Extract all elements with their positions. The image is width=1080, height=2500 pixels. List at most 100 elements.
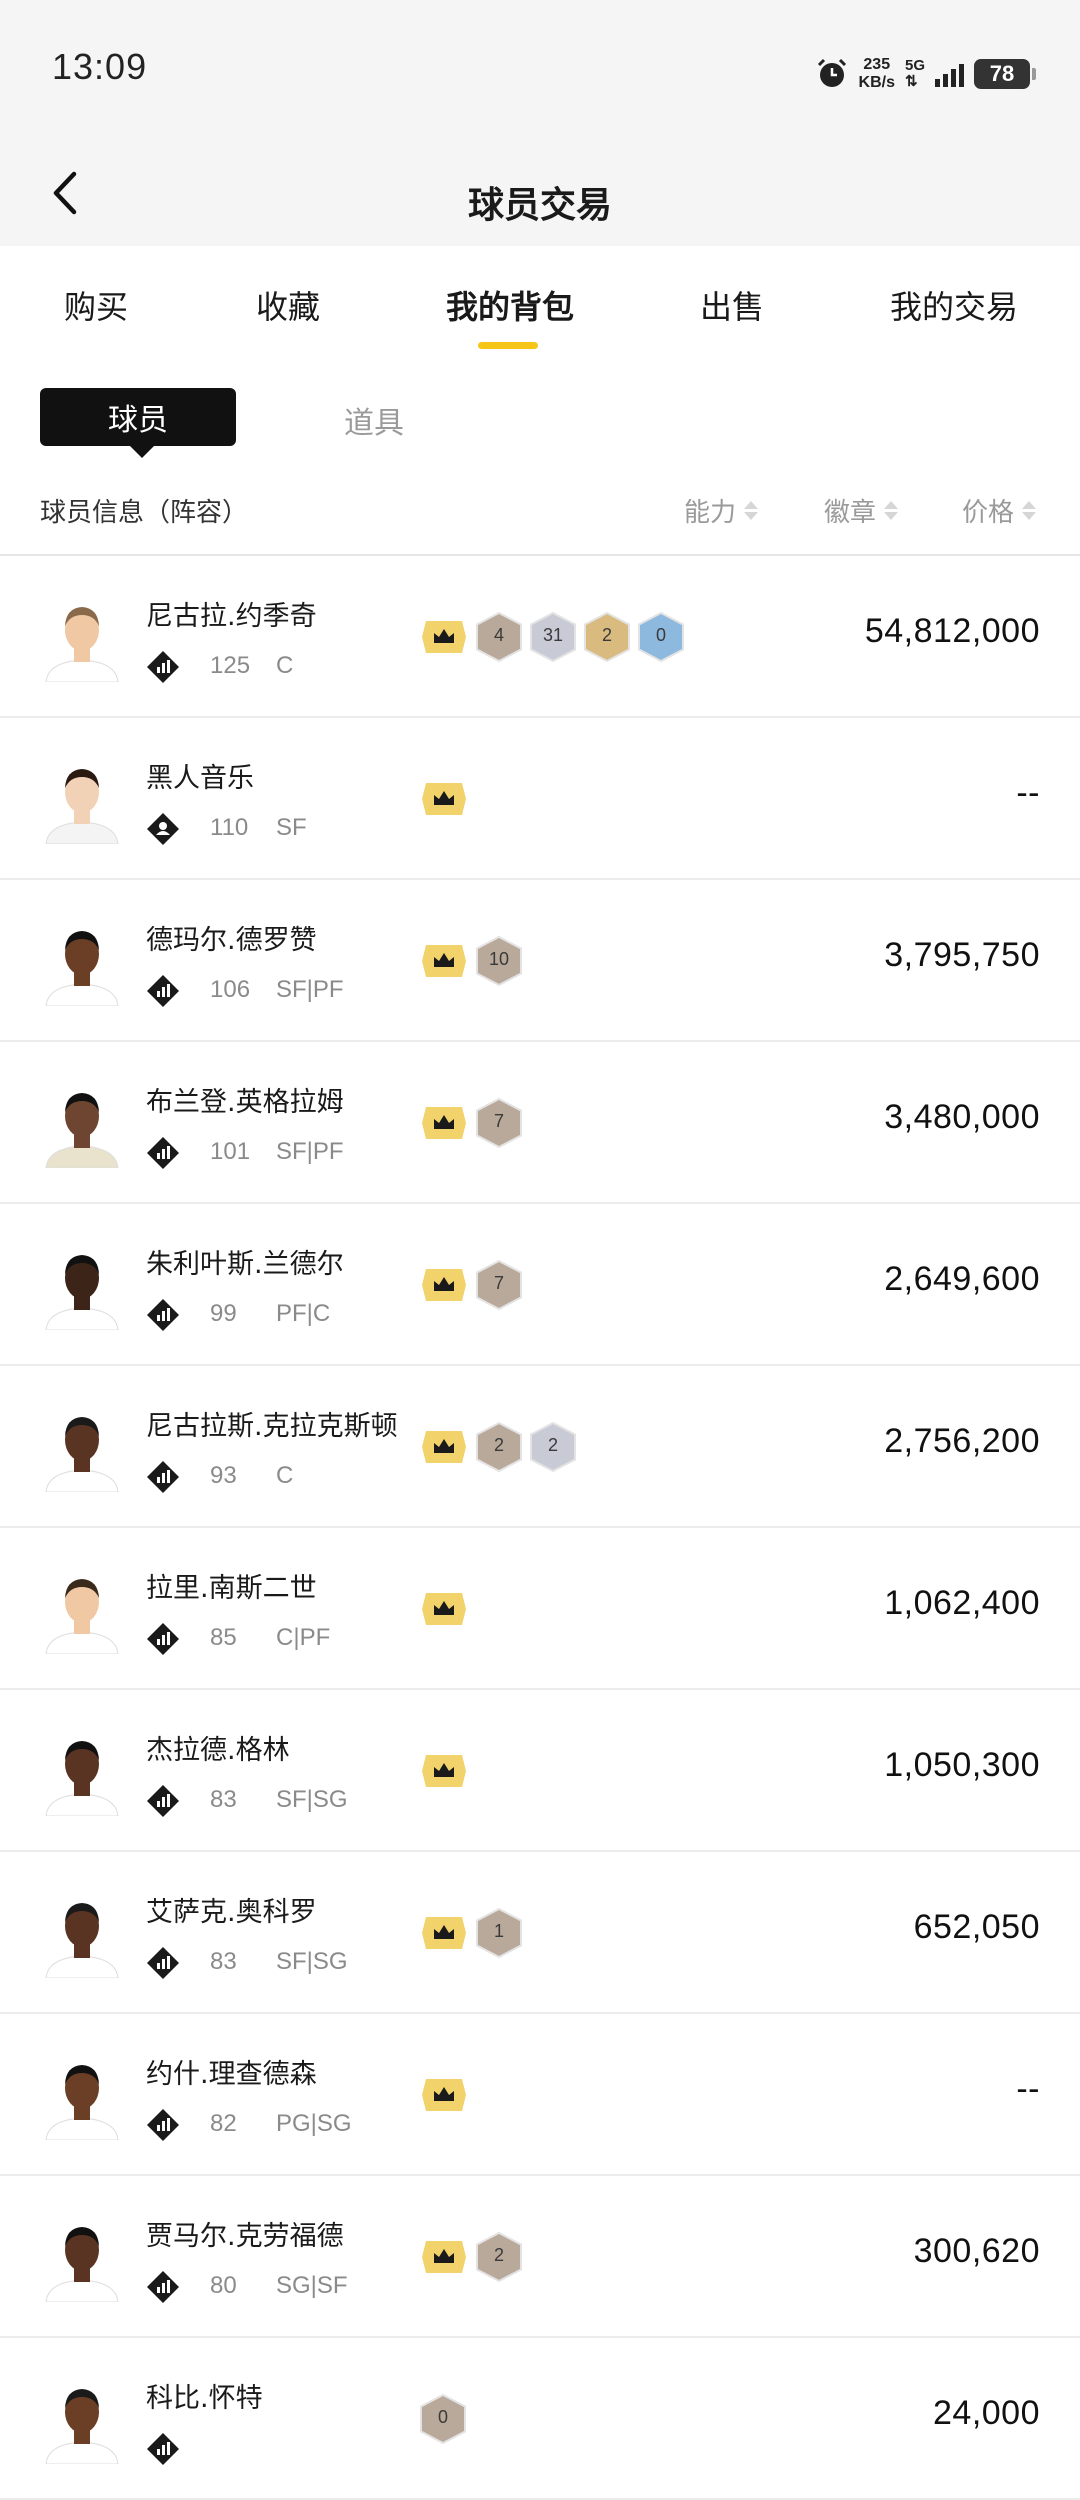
player-positions: SF|SG [276,1948,348,1975]
active-tab-indicator [478,342,538,349]
player-avatar [40,1562,124,1654]
page-title: 球员交易 [467,185,612,226]
player-ability: 93 [210,1462,237,1489]
tab-buy[interactable]: 购买 [64,282,128,328]
stats-icon [146,1946,180,1980]
player-price: -- [1016,774,1040,812]
player-row[interactable]: 尼古拉.约季奇 125 C 4 31 2 0 54,812,000 [0,556,1080,718]
avatar-image [45,1417,119,1492]
player-name: 尼古拉.约季奇 [146,601,317,632]
player-ability: 106 [210,976,251,1003]
avatar-image [45,1903,119,1978]
sort-price[interactable]: 价格 [962,492,1037,529]
badge-count: 2 [547,1435,558,1455]
player-positions: SG|SF [276,2272,348,2299]
player-price: 1,050,300 [884,1746,1040,1784]
tab-sell[interactable]: 出售 [700,282,764,328]
badge-count: 0 [437,2407,448,2427]
tab-my-backpack[interactable]: 我的背包 [446,282,574,328]
player-price: 3,480,000 [884,1098,1040,1136]
player-badges: 10 [420,935,522,987]
player-positions: SF|PF [276,976,344,1003]
crown-badge-icon [420,1749,468,1793]
player-avatar [40,1076,124,1168]
battery-level: 78 [989,61,1015,86]
player-avatar [40,2372,124,2464]
badge-count: 7 [493,1273,504,1293]
player-name: 拉里.南斯二世 [146,1573,317,1604]
subtab-items[interactable]: 道具 [344,398,404,442]
player-price: 300,620 [913,2232,1040,2270]
sort-badges[interactable]: 徽章 [824,492,899,529]
player-badges [420,1584,468,1634]
player-row[interactable]: 朱利叶斯.兰德尔 99 PF|C 7 2,649,600 [0,1204,1080,1366]
status-icons: 235 KB/s 5G ⇅ 78 [815,52,1036,96]
badge-count: 0 [655,625,666,645]
player-row[interactable]: 拉里.南斯二世 85 C|PF 1,062,400 [0,1528,1080,1690]
player-badges [420,1746,468,1796]
stats-icon [146,2432,180,2466]
signal-icon [935,61,964,87]
sort-icon [744,501,759,520]
player-row[interactable]: 约什.理查德森 82 PG|SG -- [0,2014,1080,2176]
header-player-info: 球员信息（阵容） [40,498,249,528]
player-badges: 7 [420,1259,522,1311]
player-name: 艾萨克.奥科罗 [146,1897,317,1928]
player-avatar [40,1238,124,1330]
player-positions: PG|SG [276,2110,352,2137]
avatar-image [45,1093,119,1168]
badge-count: 2 [493,2245,504,2265]
player-avatar [40,2048,124,2140]
battery-icon: 78 [974,59,1036,89]
player-avatar [40,1400,124,1492]
player-ability: 85 [210,1624,237,1651]
header-ability-label: 能力 [684,498,737,528]
player-badges: 0 [420,2393,466,2445]
player-positions: SF|SG [276,1786,348,1813]
crown-badge-icon [420,2073,468,2117]
player-row[interactable]: 布兰登.英格拉姆 101 SF|PF 7 3,480,000 [0,1042,1080,1204]
player-positions: SF|PF [276,1138,344,1165]
player-name: 尼古拉斯.克拉克斯顿 [146,1411,398,1442]
status-time: 13:09 [52,46,148,87]
silver-badge-icon: 31 [530,611,576,663]
bronze-badge-icon: 7 [476,1097,522,1149]
stats-icon [146,974,180,1008]
player-price: 54,812,000 [864,612,1040,650]
bronze-badge-icon: 0 [420,2393,466,2445]
bronze-badge-icon: 2 [476,1421,522,1473]
player-row[interactable]: 科比.怀特 0 24,000 [0,2338,1080,2500]
player-row[interactable]: 尼古拉斯.克拉克斯顿 93 C 22 2,756,200 [0,1366,1080,1528]
speed-unit: KB/s [858,74,895,91]
player-avatar [40,752,124,844]
header-badges-label: 徽章 [824,498,877,528]
gold-badge-icon: 2 [584,611,630,663]
player-row[interactable]: 艾萨克.奥科罗 83 SF|SG 1 652,050 [0,1852,1080,2014]
player-row[interactable]: 贾马尔.克劳福德 80 SG|SF 2 300,620 [0,2176,1080,2338]
badge-count: 4 [493,625,504,645]
sort-icon [1022,501,1037,520]
tab-my-trades[interactable]: 我的交易 [890,282,1018,328]
player-row[interactable]: 德玛尔.德罗赞 106 SF|PF 10 3,795,750 [0,880,1080,1042]
badge-count: 1 [493,1921,504,1941]
crown-badge-icon [420,1263,468,1307]
header-price-label: 价格 [962,498,1015,528]
badge-count: 31 [542,625,564,645]
player-name: 约什.理查德森 [146,2059,317,2090]
subtab-players[interactable]: 球员 [40,388,236,458]
stats-icon [146,1460,180,1494]
player-ability: 125 [210,652,251,679]
stats-icon [146,650,180,684]
sort-ability[interactable]: 能力 [684,492,759,529]
player-ability: 83 [210,1786,237,1813]
player-row[interactable]: 杰拉德.格林 83 SF|SG 1,050,300 [0,1690,1080,1852]
tab-favorites[interactable]: 收藏 [256,282,320,328]
network-type: 5G ⇅ [905,58,925,90]
player-ability: 80 [210,2272,237,2299]
player-row[interactable]: 黑人音乐 110 SF -- [0,718,1080,880]
badge-count: 2 [493,1435,504,1455]
person-icon [146,812,180,846]
player-ability: 82 [210,2110,237,2137]
player-avatar [40,914,124,1006]
player-ability: 99 [210,1300,237,1327]
